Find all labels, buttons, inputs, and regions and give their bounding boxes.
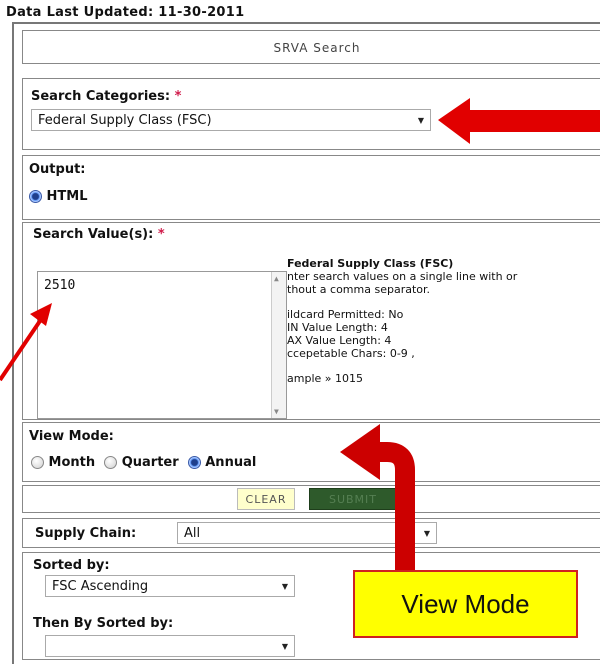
- annotation-arrows: [0, 98, 600, 572]
- arrow-left-icon: [438, 98, 600, 144]
- arrow-to-view-mode: [340, 424, 415, 572]
- view-mode-callout: View Mode: [353, 570, 578, 638]
- arrow-to-search-values: [0, 303, 52, 382]
- arrow-to-search-categories: [438, 98, 600, 144]
- arrow-left-icon: [340, 424, 380, 480]
